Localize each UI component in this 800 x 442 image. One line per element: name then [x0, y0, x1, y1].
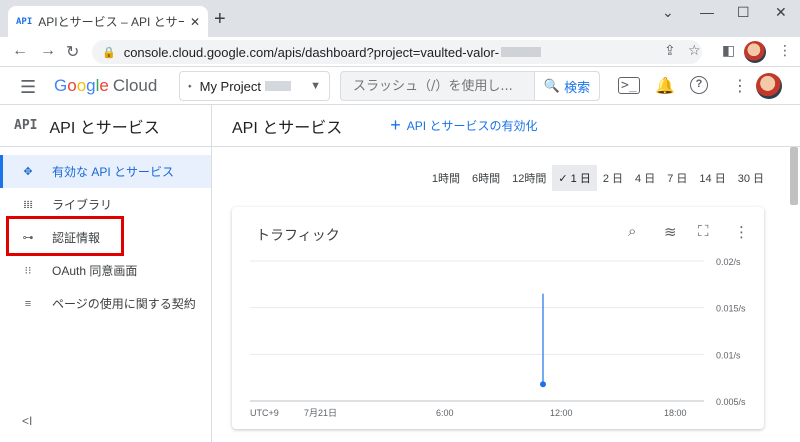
x-tick-label: 6:00 [436, 408, 454, 418]
time-range-4d[interactable]: 4 日 [629, 165, 661, 191]
search-button-label: 検索 [564, 79, 591, 95]
time-range-30d[interactable]: 30 日 [732, 165, 770, 191]
settings-list-icon: ≡ [24, 297, 32, 310]
caret-down-icon: ▼ [310, 80, 321, 92]
time-range-1d[interactable]: ✓ 1 日 [552, 165, 597, 191]
account-avatar[interactable] [756, 73, 782, 99]
google-cloud-logo[interactable]: Google Cloud [54, 76, 157, 96]
api-diamond-icon: ✥ [23, 166, 33, 178]
browser-toolbar: ← → ↻ 🔒 console.cloud.google.com/apis/da… [0, 37, 800, 67]
profile-avatar[interactable] [744, 41, 766, 63]
notifications-bell-icon[interactable]: 🔔 [655, 76, 675, 96]
time-range-6h[interactable]: 6時間 [466, 165, 506, 191]
time-range-selector: 1時間 6時間 12時間 ✓ 1 日 2 日 4 日 7 日 14 日 30 日 [426, 165, 770, 191]
left-nav: API API とサービス ✥ 有効な API とサービス 𝍖 ライブラリ ⊶ … [0, 105, 212, 442]
collapse-nav-icon[interactable]: <I [22, 414, 32, 428]
search-icon: 🔍 [543, 78, 561, 93]
x-tick-label: 7月21日 [304, 408, 337, 418]
api-icon: API [14, 118, 38, 133]
x-tick-label: 18:00 [664, 408, 687, 418]
y-tick-label: 0.015/s [716, 304, 746, 314]
traffic-chart-card: トラフィック ⌕ ≋ ⛶ ⋮ 0.02/s 0.015/s 0.01/s 0.005/… [232, 207, 764, 429]
enable-apis-label: API とサービスの有効化 [406, 119, 538, 133]
search-box: 🔍 検索 [340, 71, 600, 101]
hamburger-menu-icon[interactable]: ☰ [20, 77, 36, 98]
plus-icon: + [390, 115, 401, 135]
tab-close-icon[interactable]: ✕ [190, 15, 200, 29]
browser-tabstrip: API APIとサービス – API とサービス – My ✕ + ⌄ — ☐ … [0, 0, 800, 37]
sidebar-item-enabled-apis[interactable]: ✥ 有効な API とサービス [0, 155, 211, 188]
minimize-icon[interactable]: — [700, 4, 714, 20]
y-tick-label: 0.01/s [716, 350, 741, 360]
time-range-7d[interactable]: 7 日 [661, 165, 693, 191]
highlight-box [6, 216, 124, 256]
project-icon: ⬩ [188, 80, 192, 92]
search-input[interactable] [341, 72, 534, 100]
sidebar-item-oauth-consent[interactable]: ⁝⁝ OAuth 同意画面 [0, 254, 211, 287]
sidebar-item-label: ライブラリ [52, 198, 113, 212]
y-tick-label: 0.005/s [716, 397, 746, 407]
x-tick-label: 12:00 [550, 408, 573, 418]
page-header: API とサービス + API とサービスの有効化 [212, 105, 800, 147]
time-range-2d[interactable]: 2 日 [597, 165, 629, 191]
main-content: API とサービス + API とサービスの有効化 1時間 6時間 12時間 ✓… [212, 105, 800, 442]
nav-header: API API とサービス [0, 105, 211, 147]
lock-icon: 🔒 [102, 46, 116, 59]
y-tick-label: 0.02/s [716, 257, 741, 267]
x-tick-label: UTC+9 [250, 408, 279, 418]
api-favicon-icon: API [16, 16, 33, 27]
maximize-icon[interactable]: ☐ [737, 4, 750, 21]
tab-search-chevron-icon[interactable]: ⌄ [662, 4, 674, 21]
sidebar-item-label: OAuth 同意画面 [52, 264, 138, 278]
browser-tab[interactable]: API APIとサービス – API とサービス – My ✕ [8, 6, 208, 37]
settings-menu-icon[interactable]: ⋮ [732, 76, 748, 96]
address-bar[interactable]: 🔒 console.cloud.google.com/apis/dashboar… [92, 40, 702, 64]
project-picker[interactable]: ⬩ My Project ▼ [179, 71, 330, 101]
console-header: ☰ GoogleCloud ⬩ My Project ▼ 🔍 検索 >_ 🔔 ?… [0, 67, 800, 105]
library-icon: 𝍖 [23, 199, 33, 211]
cloud-shell-icon[interactable]: >_ [618, 77, 640, 94]
sidebar-item-page-usage-agreements[interactable]: ≡ ページの使用に関する契約 [0, 287, 211, 320]
check-icon: ✓ [558, 173, 571, 185]
reload-icon[interactable]: ↻ [66, 42, 79, 62]
window-close-icon[interactable]: ✕ [775, 4, 787, 21]
side-panel-icon[interactable]: ◧ [722, 42, 735, 59]
page-title: API とサービス [232, 119, 343, 137]
consent-icon: ⁝⁝ [24, 265, 32, 277]
browser-menu-icon[interactable]: ⋮ [778, 42, 792, 59]
share-icon[interactable]: ⇪ [664, 42, 676, 59]
scrollbar-thumb[interactable] [790, 147, 798, 205]
redacted-block [265, 81, 292, 91]
back-arrow-icon[interactable]: ← [12, 42, 28, 60]
traffic-chart: 0.02/s 0.015/s 0.01/s 0.005/s UTC+9 7月21日 6:0… [250, 257, 746, 418]
sidebar-item-label: 有効な API とサービス [52, 165, 175, 179]
project-name: My Project [199, 78, 262, 94]
time-range-12h[interactable]: 12時間 [506, 165, 552, 191]
search-button[interactable]: 🔍 検索 [534, 72, 599, 100]
forward-arrow-icon[interactable]: → [40, 42, 56, 60]
url-text: console.cloud.google.com/apis/dashboard?… [123, 44, 500, 60]
help-icon[interactable]: ? [690, 76, 708, 94]
traffic-data-point[interactable] [540, 381, 546, 388]
nav-title: API とサービス [49, 119, 160, 137]
redacted-block [501, 47, 542, 57]
bookmark-star-icon[interactable]: ☆ [688, 42, 701, 59]
time-range-14d[interactable]: 14 日 [693, 165, 731, 191]
new-tab-button[interactable]: + [214, 8, 226, 31]
sidebar-item-label: ページの使用に関する契約 [52, 297, 196, 311]
enable-apis-button[interactable]: + API とサービスの有効化 [390, 115, 537, 136]
tab-title: APIとサービス – API とサービス – My [38, 15, 184, 29]
time-range-1h[interactable]: 1時間 [426, 165, 466, 191]
